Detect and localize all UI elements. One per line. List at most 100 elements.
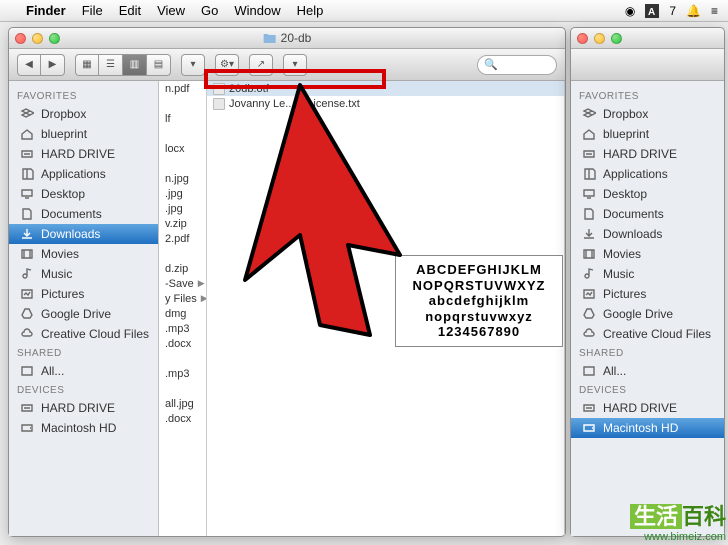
file-row[interactable]: y Files▶	[159, 291, 206, 306]
sidebar-item-google-drive[interactable]: Google Drive	[571, 304, 724, 324]
file-name: y Files	[165, 293, 197, 305]
sidebar-item-creative-cloud-files[interactable]: Creative Cloud Files	[9, 324, 158, 344]
sidebar-header-shared: SHARED	[571, 344, 724, 361]
file-name: lf	[165, 113, 171, 125]
sidebar-item-music[interactable]: Music	[571, 264, 724, 284]
sidebar-item-pictures[interactable]: Pictures	[571, 284, 724, 304]
file-row[interactable]: v.zip	[159, 216, 206, 231]
drive-icon	[581, 400, 597, 416]
sidebar-item-hard-drive[interactable]: HARD DRIVE	[9, 398, 158, 418]
menu-file[interactable]: File	[82, 3, 103, 18]
sidebar-item-desktop[interactable]: Desktop	[9, 184, 158, 204]
sidebar-item-creative-cloud-files[interactable]: Creative Cloud Files	[571, 324, 724, 344]
sidebar-item-label: HARD DRIVE	[41, 401, 115, 415]
back-button[interactable]: ◀	[17, 54, 41, 76]
view-cover-button[interactable]: ▤	[147, 54, 171, 76]
sidebar-item-all[interactable]: All...	[571, 361, 724, 381]
picture-icon	[581, 286, 597, 302]
file-row	[159, 351, 206, 366]
sidebar-header-favorites: FAVORITES	[571, 87, 724, 104]
file-row[interactable]: .docx	[159, 336, 206, 351]
menu-go[interactable]: Go	[201, 3, 218, 18]
arrange-button[interactable]: ▾	[181, 54, 205, 76]
sidebar-item-blueprint[interactable]: blueprint	[9, 124, 158, 144]
menu-help[interactable]: Help	[297, 3, 324, 18]
app-icon	[581, 166, 597, 182]
picture-icon	[19, 286, 35, 302]
sidebar-item-documents[interactable]: Documents	[9, 204, 158, 224]
cloud-icon	[581, 326, 597, 342]
sidebar-item-dropbox[interactable]: Dropbox	[571, 104, 724, 124]
file-row[interactable]: 2.pdf	[159, 231, 206, 246]
status-icon[interactable]: ◉	[625, 4, 635, 18]
search-input[interactable]: 🔍	[477, 55, 557, 75]
sidebar-item-macintosh-hd[interactable]: Macintosh HD	[571, 418, 724, 438]
view-list-button[interactable]: ☰	[99, 54, 123, 76]
search-icon: 🔍	[484, 58, 498, 71]
sidebar-item-label: Dropbox	[41, 107, 86, 121]
sidebar-item-google-drive[interactable]: Google Drive	[9, 304, 158, 324]
sidebar-item-hard-drive[interactable]: HARD DRIVE	[571, 144, 724, 164]
view-icon-button[interactable]: ▦	[75, 54, 99, 76]
file-row[interactable]: -Save▶	[159, 276, 206, 291]
close-button[interactable]	[577, 33, 588, 44]
sidebar-item-label: HARD DRIVE	[603, 147, 677, 161]
file-row	[159, 156, 206, 171]
sidebar-item-blueprint[interactable]: blueprint	[571, 124, 724, 144]
file-row[interactable]: n.pdf	[159, 81, 206, 96]
zoom-button[interactable]	[49, 33, 60, 44]
status-num[interactable]: 7	[669, 4, 676, 18]
sidebar-item-hard-drive[interactable]: HARD DRIVE	[9, 144, 158, 164]
sidebar-item-hard-drive[interactable]: HARD DRIVE	[571, 398, 724, 418]
drive-icon	[19, 146, 35, 162]
menu-edit[interactable]: Edit	[119, 3, 141, 18]
file-row[interactable]: .jpg	[159, 186, 206, 201]
view-column-button[interactable]: ▥	[123, 54, 147, 76]
sidebar-item-macintosh-hd[interactable]: Macintosh HD	[9, 418, 158, 438]
music-icon	[581, 266, 597, 282]
zoom-button[interactable]	[611, 33, 622, 44]
bell-icon[interactable]: 🔔	[686, 4, 701, 18]
sidebar-item-downloads[interactable]: Downloads	[9, 224, 158, 244]
sidebar-item-downloads[interactable]: Downloads	[571, 224, 724, 244]
minimize-button[interactable]	[32, 33, 43, 44]
sidebar-item-pictures[interactable]: Pictures	[9, 284, 158, 304]
sidebar-header-devices: DEVICES	[9, 381, 158, 398]
menu-view[interactable]: View	[157, 3, 185, 18]
file-row[interactable]: .docx	[159, 411, 206, 426]
close-button[interactable]	[15, 33, 26, 44]
doc-icon	[19, 206, 35, 222]
file-row[interactable]: .mp3	[159, 366, 206, 381]
sidebar-item-dropbox[interactable]: Dropbox	[9, 104, 158, 124]
sidebar-item-desktop[interactable]: Desktop	[571, 184, 724, 204]
minimize-button[interactable]	[594, 33, 605, 44]
sidebar-item-movies[interactable]: Movies	[9, 244, 158, 264]
file-row[interactable]: .mp3	[159, 321, 206, 336]
sidebar-item-applications[interactable]: Applications	[571, 164, 724, 184]
sidebar-item-applications[interactable]: Applications	[9, 164, 158, 184]
adobe-icon[interactable]: A	[645, 4, 659, 18]
sidebar-item-all[interactable]: All...	[9, 361, 158, 381]
file-row[interactable]: dmg	[159, 306, 206, 321]
file-row[interactable]: locx	[159, 141, 206, 156]
sidebar-item-music[interactable]: Music	[9, 264, 158, 284]
file-name: n.pdf	[165, 83, 189, 95]
sidebar-item-documents[interactable]: Documents	[571, 204, 724, 224]
sidebar-item-label: All...	[603, 364, 626, 378]
file-row[interactable]: lf	[159, 111, 206, 126]
forward-button[interactable]: ▶	[41, 54, 65, 76]
menu-window[interactable]: Window	[234, 3, 280, 18]
sidebar-item-label: Music	[603, 267, 634, 281]
file-row[interactable]: n.jpg	[159, 171, 206, 186]
all-icon	[581, 363, 597, 379]
sidebar-item-movies[interactable]: Movies	[571, 244, 724, 264]
doc-icon	[581, 206, 597, 222]
file-row[interactable]: all.jpg	[159, 396, 206, 411]
menubar-app[interactable]: Finder	[26, 3, 66, 18]
file-row[interactable]: d.zip	[159, 261, 206, 276]
hd-icon	[581, 420, 597, 436]
file-name: n.jpg	[165, 173, 189, 185]
file-name: .mp3	[165, 368, 189, 380]
file-row[interactable]: .jpg	[159, 201, 206, 216]
menu-icon[interactable]: ≡	[711, 4, 718, 18]
